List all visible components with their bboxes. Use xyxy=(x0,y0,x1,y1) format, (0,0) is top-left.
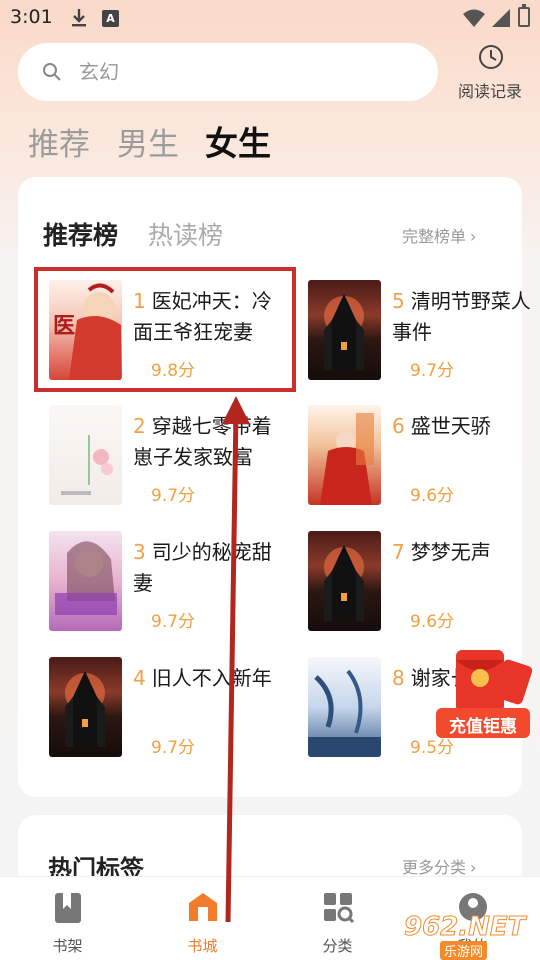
book-item-7[interactable]: 7 梦梦无声 9.6分 xyxy=(308,531,538,641)
book-score-7: 9.6分 xyxy=(410,612,455,632)
watermark-sub: 乐游网 xyxy=(440,941,488,960)
book-item-4[interactable]: 4 旧人不入新年 9.7分 xyxy=(49,657,279,767)
chevron-right-icon: › xyxy=(470,227,477,246)
book-title-6: 6 盛世天骄 xyxy=(392,411,540,442)
reading-history-button[interactable]: 阅读记录 xyxy=(452,44,528,102)
book-title-text-5: 清明节野菜人事件 xyxy=(392,289,531,344)
notification-a-icon: A xyxy=(102,10,119,27)
book-score-6: 9.6分 xyxy=(410,486,455,506)
book-title-5: 5 清明节野菜人事件 xyxy=(392,286,540,348)
watermark-text: 962.NET xyxy=(403,912,526,943)
tab-hot-list[interactable]: 热读榜 xyxy=(148,216,223,252)
battery-icon xyxy=(518,4,530,27)
nav-category[interactable]: 分类 xyxy=(270,877,405,960)
book-score-4: 9.7分 xyxy=(151,738,196,758)
search-placeholder: 玄幻 xyxy=(79,60,119,84)
nav-bookstore[interactable]: 书城 xyxy=(135,877,270,960)
book-cover-4 xyxy=(49,657,122,757)
clock-icon xyxy=(478,44,504,74)
book-title-2: 2 穿越七零带着崽子发家致富 xyxy=(133,411,283,473)
book-cover-8 xyxy=(308,657,381,757)
chevron-right-icon: › xyxy=(470,858,477,877)
book-score-5: 9.7分 xyxy=(410,361,455,381)
bookshelf-icon xyxy=(53,891,83,929)
book-cover-5 xyxy=(308,280,381,380)
book-score-3: 9.7分 xyxy=(151,612,196,632)
nav-bookstore-label: 书城 xyxy=(187,937,218,955)
book-cover-3 xyxy=(49,531,122,631)
nav-bookshelf-label: 书架 xyxy=(52,937,83,955)
bookstore-icon xyxy=(187,891,219,927)
book-item-5[interactable]: 5 清明节野菜人事件 9.7分 xyxy=(308,280,538,390)
book-title-7: 7 梦梦无声 xyxy=(392,537,540,568)
signal-icon xyxy=(491,9,511,31)
book-item-2[interactable]: 2 穿越七零带着崽子发家致富 9.7分 xyxy=(49,405,279,515)
full-list-link[interactable]: 完整榜单 › xyxy=(402,223,476,247)
book-rank-8: 8 xyxy=(392,666,405,690)
book-title-text-3: 司少的秘宠甜妻 xyxy=(133,540,272,595)
book-title-text-2: 穿越七零带着崽子发家致富 xyxy=(133,414,272,469)
tab-recommend[interactable]: 推荐 xyxy=(28,119,90,164)
book-cover-6 xyxy=(308,405,381,505)
download-icon xyxy=(70,8,88,32)
tab-male[interactable]: 男生 xyxy=(117,119,179,164)
more-categories-link[interactable]: 更多分类 › xyxy=(402,854,476,878)
book-rank-3: 3 xyxy=(133,540,146,564)
book-title-4: 4 旧人不入新年 xyxy=(133,663,283,694)
book-cover-7 xyxy=(308,531,381,631)
watermark-logo: 962.NET 乐游网 xyxy=(400,908,538,960)
book-item-6[interactable]: 6 盛世天骄 9.6分 xyxy=(308,405,538,515)
book-title-text-6: 盛世天骄 xyxy=(410,414,491,438)
book-title-3: 3 司少的秘宠甜妻 xyxy=(133,537,283,599)
book-rank-2: 2 xyxy=(133,414,146,438)
status-time: 3:01 xyxy=(10,6,53,28)
book-rank-4: 4 xyxy=(133,666,146,690)
search-input[interactable]: 玄幻 xyxy=(18,43,438,101)
search-icon xyxy=(42,62,62,86)
status-bar: 3:01 A xyxy=(0,0,540,36)
book-item-3[interactable]: 3 司少的秘宠甜妻 9.7分 xyxy=(49,531,279,641)
nav-category-label: 分类 xyxy=(322,937,353,955)
category-icon xyxy=(322,891,354,927)
highlight-box xyxy=(34,267,296,392)
book-title-text-7: 梦梦无声 xyxy=(410,540,491,564)
book-title-text-4: 旧人不入新年 xyxy=(151,666,272,690)
tab-female[interactable]: 女生 xyxy=(205,117,271,165)
full-list-label: 完整榜单 xyxy=(402,227,467,246)
book-rank-6: 6 xyxy=(392,414,405,438)
book-cover-2 xyxy=(49,405,122,505)
reading-history-label: 阅读记录 xyxy=(457,82,522,101)
book-score-2: 9.7分 xyxy=(151,486,196,506)
recharge-label: 充值钜惠 xyxy=(449,717,517,737)
nav-bookshelf[interactable]: 书架 xyxy=(0,877,135,960)
wifi-icon xyxy=(462,9,486,31)
book-rank-7: 7 xyxy=(392,540,405,564)
tab-recommend-list[interactable]: 推荐榜 xyxy=(43,216,118,252)
recharge-promo-button[interactable]: 充值钜惠 xyxy=(434,648,533,740)
book-rank-5: 5 xyxy=(392,289,405,313)
more-categories-label: 更多分类 xyxy=(402,858,467,877)
